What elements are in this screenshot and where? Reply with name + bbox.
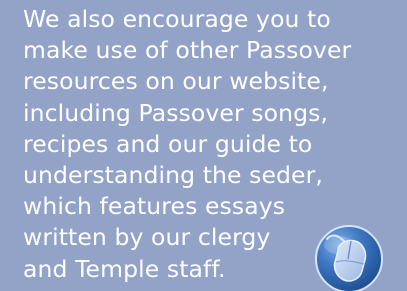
- computer-mouse-icon[interactable]: [313, 223, 385, 291]
- promo-panel: We also encourage you to make use of oth…: [0, 0, 407, 291]
- text-line-5: recipes and our guide to: [23, 129, 313, 158]
- text-line-2: make use of other Passover: [23, 36, 352, 65]
- text-line-7: which features essays: [23, 192, 286, 221]
- text-line-4: including Passover songs,: [23, 98, 329, 127]
- text-line-6: understanding the seder,: [23, 161, 323, 190]
- text-line-3: resources on our website,: [23, 67, 329, 96]
- text-line-1: We also encourage you to: [23, 5, 331, 33]
